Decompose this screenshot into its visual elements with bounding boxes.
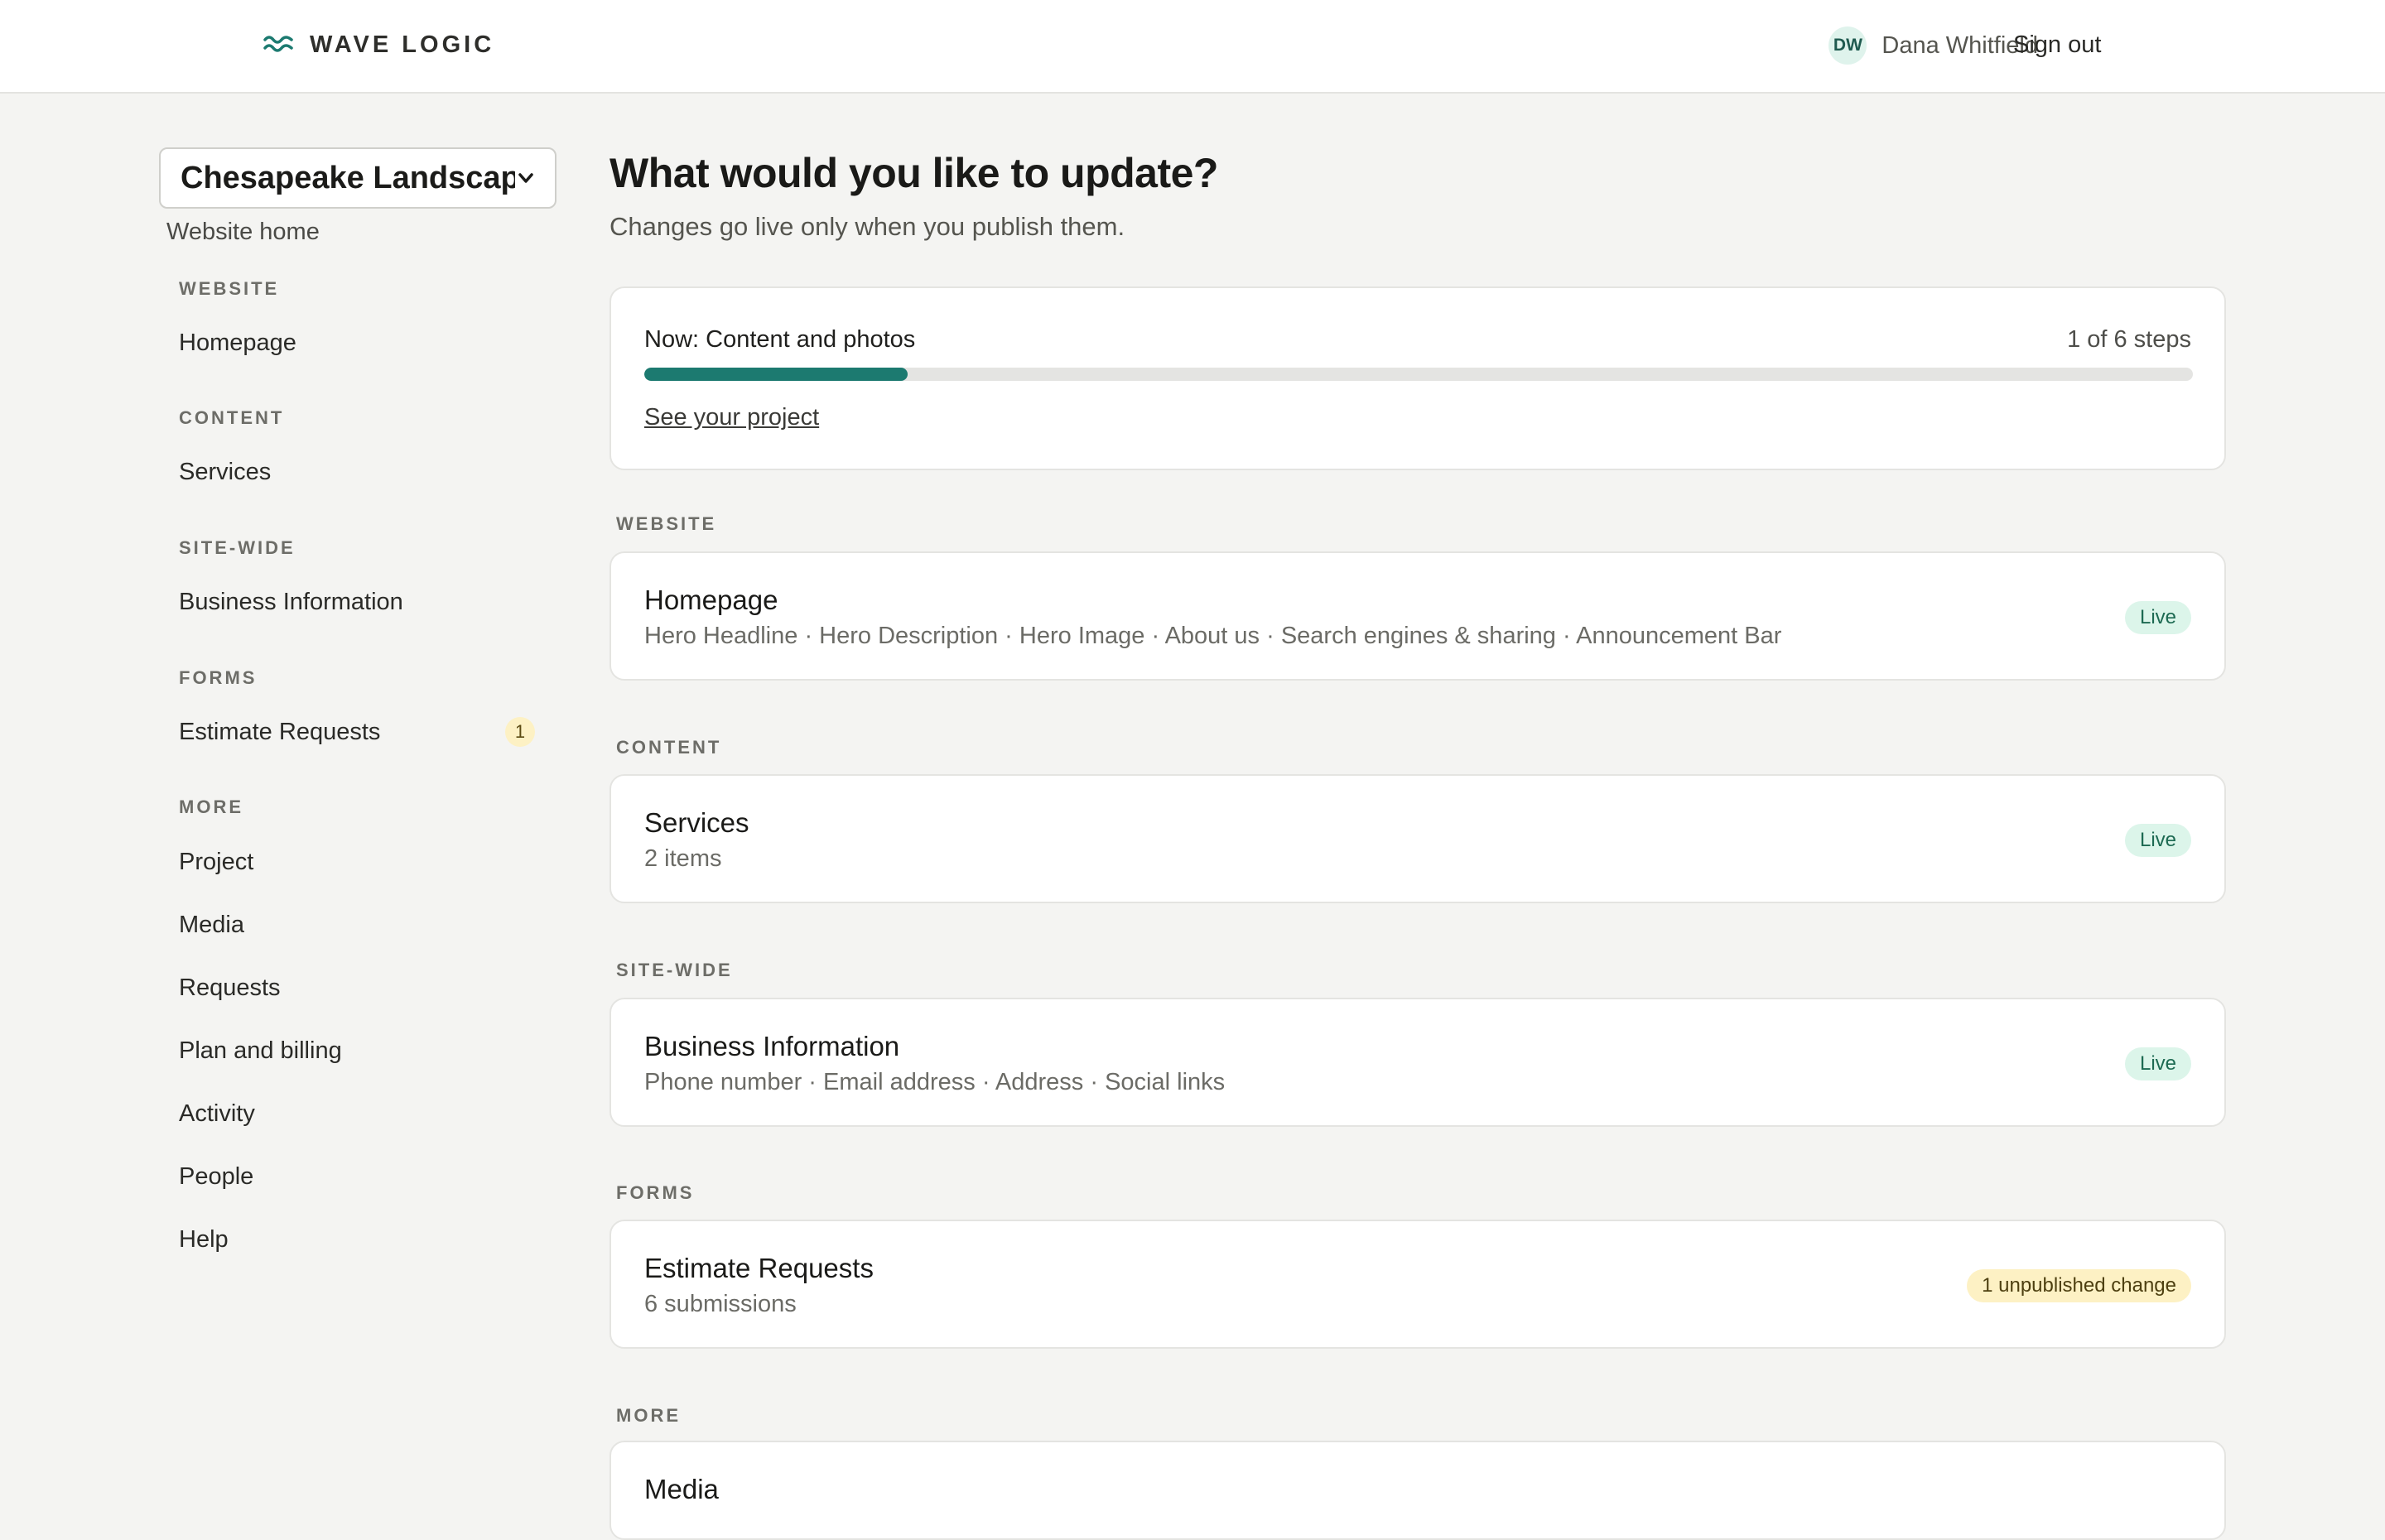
sidebar-item-plan-and-billing[interactable]: Plan and billing (179, 1037, 342, 1065)
sidebar-item-people[interactable]: People (179, 1163, 253, 1191)
status-badge: Live (2124, 824, 2191, 857)
status-badge: Live (2124, 601, 2191, 634)
card-description: 6 submissions (644, 1291, 797, 1317)
sidebar-section-forms: FORMS (179, 667, 258, 688)
progress-label: Now: Content and photos (644, 326, 916, 353)
business-information-card[interactable]: Business Information Phone number · Emai… (610, 998, 2226, 1127)
card-title: Estimate Requests (644, 1253, 874, 1283)
section-label-content: CONTENT (616, 737, 722, 758)
sidebar-item-help[interactable]: Help (179, 1226, 229, 1254)
section-label-more: MORE (616, 1405, 681, 1426)
media-card[interactable]: Media (610, 1441, 2226, 1540)
progress-bar-fill (644, 368, 908, 381)
sign-out-button[interactable]: Sign out (2013, 31, 2101, 59)
card-description: 2 items (644, 845, 722, 872)
sidebar-item-media[interactable]: Media (179, 912, 244, 939)
page-title: What would you like to update? (610, 150, 1218, 196)
sidebar-section-website: WEBSITE (179, 278, 280, 299)
sidebar-section-more: MORE (179, 796, 243, 817)
brand-name: WAVE LOGIC (310, 31, 495, 58)
website-home-link[interactable]: Website home (166, 219, 320, 246)
progress-card: Now: Content and photos 1 of 6 steps See… (610, 286, 2226, 470)
user-menu[interactable]: DW Dana Whitfield (1828, 26, 2038, 65)
progress-steps: 1 of 6 steps (2067, 326, 2191, 353)
avatar: DW (1828, 26, 1867, 65)
sidebar-item-business-information[interactable]: Business Information (179, 589, 403, 616)
sidebar-item-requests[interactable]: Requests (179, 975, 281, 1002)
sidebar-item-homepage[interactable]: Homepage (179, 330, 296, 357)
sidebar-item-estimate-requests[interactable]: Estimate Requests (179, 719, 380, 746)
estimate-requests-count-badge: 1 (505, 717, 535, 747)
see-project-link[interactable]: See your project (644, 404, 819, 431)
top-bar: WAVE LOGIC DW Dana Whitfield Sign out (0, 0, 2385, 94)
sidebar-section-site-wide: SITE-WIDE (179, 537, 296, 558)
estimate-requests-card[interactable]: Estimate Requests 6 submissions 1 unpubl… (610, 1220, 2226, 1349)
brand[interactable]: WAVE LOGIC (263, 30, 494, 60)
wave-logo-icon (263, 36, 293, 52)
card-title: Business Information (644, 1031, 900, 1061)
card-title: Media (644, 1474, 719, 1504)
card-description: Phone number · Email address · Address ·… (644, 1069, 1226, 1095)
page-subtitle: Changes go live only when you publish th… (610, 212, 1125, 241)
site-selector[interactable]: Chesapeake Landscapi... (159, 147, 556, 209)
status-badge: Live (2124, 1047, 2191, 1080)
site-selector-value: Chesapeake Landscapi... (181, 160, 515, 195)
chevron-down-icon (518, 173, 533, 183)
card-description: Hero Headline · Hero Description · Hero … (644, 623, 1782, 649)
status-badge: 1 unpublished change (1967, 1269, 2191, 1302)
sidebar-item-services[interactable]: Services (179, 459, 271, 486)
section-label-forms: FORMS (616, 1182, 695, 1203)
sidebar-section-content: CONTENT (179, 407, 285, 428)
section-label-website: WEBSITE (616, 513, 717, 534)
card-title: Homepage (644, 585, 778, 615)
progress-bar (644, 368, 2193, 381)
section-label-site-wide: SITE-WIDE (616, 960, 733, 980)
sidebar-item-project[interactable]: Project (179, 849, 253, 876)
sidebar-item-activity[interactable]: Activity (179, 1100, 255, 1128)
services-card[interactable]: Services 2 items Live (610, 774, 2226, 903)
card-title: Services (644, 807, 749, 838)
homepage-card[interactable]: Homepage Hero Headline · Hero Descriptio… (610, 551, 2226, 681)
